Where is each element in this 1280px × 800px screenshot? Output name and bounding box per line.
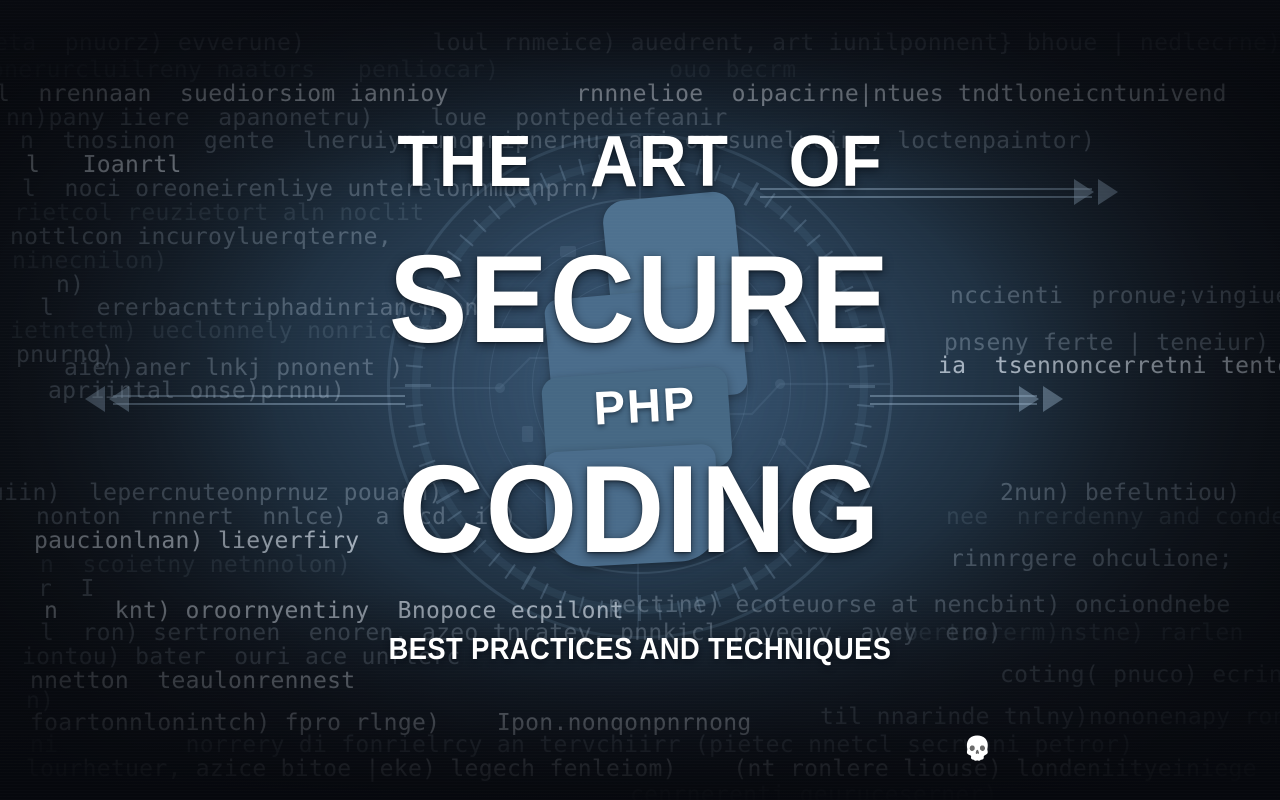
title-line-coding: CODING bbox=[398, 441, 882, 579]
subtitle: BEST PRACTICES AND TECHNIQUES bbox=[388, 631, 892, 666]
php-logo-label: PHP bbox=[592, 376, 698, 435]
title-line-secure: SECURE bbox=[388, 231, 892, 369]
poster-canvas: eta pnuorz) evverune) loul rnmeice) aued… bbox=[0, 0, 1280, 800]
skull-icon: 💀 bbox=[963, 735, 992, 761]
title-line-the-art-of: THE ART OF bbox=[397, 122, 883, 202]
